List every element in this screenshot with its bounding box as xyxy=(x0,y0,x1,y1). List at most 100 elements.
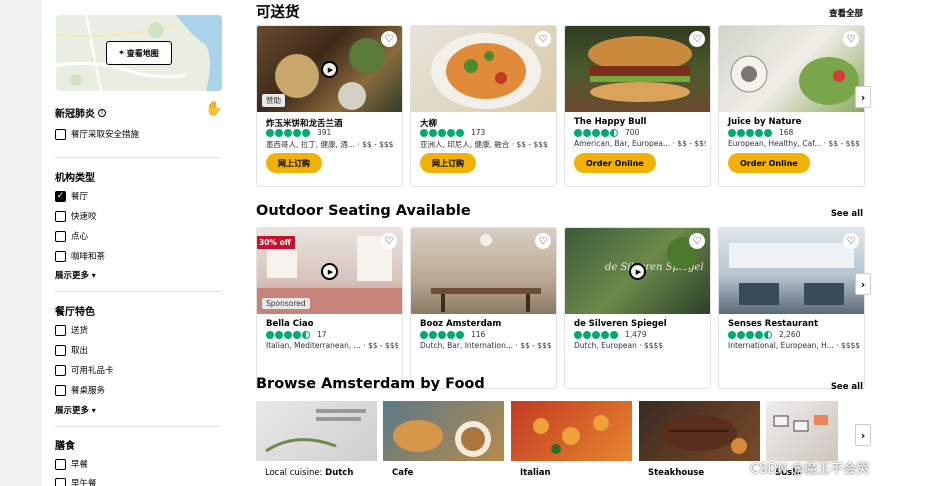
order-online-button[interactable]: Order Online xyxy=(728,153,810,173)
checkbox[interactable] xyxy=(55,128,66,140)
filter-delivery[interactable]: 送货 xyxy=(55,324,88,336)
play-icon[interactable]: ▶ xyxy=(321,61,338,78)
discount-badge: 30% off xyxy=(257,236,295,249)
food-photo[interactable] xyxy=(511,401,632,461)
food-category-label[interactable]: Local cuisine: Dutch xyxy=(265,468,353,478)
browse-section-title: Browse Amsterdam by Food xyxy=(256,376,485,392)
rating: 700 xyxy=(574,128,639,137)
restaurant-card[interactable]: ▶ 赞助 ♡ 炸玉米饼和龙舌兰酒 391 墨西哥人, 拉丁, 健康, 酒... … xyxy=(256,25,403,187)
filter-restaurant[interactable]: ✓ 餐厅 xyxy=(55,190,88,202)
heart-icon[interactable]: ♡ xyxy=(381,233,397,249)
restaurant-card[interactable]: ♡ 大柳 173 亚洲人, 印尼人, 健康, 融合 · $$ - $$$ 网上订… xyxy=(410,25,557,187)
delivery-see-all-link[interactable]: 查看全部 xyxy=(829,7,863,19)
browse-see-all-link[interactable]: See all xyxy=(831,382,863,392)
restaurant-card[interactable]: ♡ Senses Restaurant 2,260 International,… xyxy=(718,227,865,389)
rating: 17 xyxy=(266,330,327,339)
checkbox[interactable] xyxy=(55,210,66,222)
checkbox[interactable] xyxy=(55,324,66,336)
restaurant-name[interactable]: Booz Amsterdam xyxy=(420,319,501,329)
play-icon[interactable]: ▶ xyxy=(629,263,646,280)
heart-icon[interactable]: ♡ xyxy=(535,233,551,249)
review-count[interactable]: 2,260 xyxy=(779,330,800,339)
filter-brunch[interactable]: 早午餐 xyxy=(55,477,97,486)
review-count[interactable]: 391 xyxy=(317,128,331,137)
food-category-label[interactable]: Italian xyxy=(520,468,551,478)
checkbox[interactable] xyxy=(55,364,66,376)
food-category-label[interactable]: Cafe xyxy=(392,468,413,478)
filter-dessert[interactable]: 点心 xyxy=(55,230,88,242)
heart-icon[interactable]: ♡ xyxy=(689,31,705,47)
restaurant-card[interactable]: ▶ Sponsored 30% off ♡ Bella Ciao 17 Ital… xyxy=(256,227,403,389)
heart-icon[interactable]: ♡ xyxy=(689,233,705,249)
divider xyxy=(55,291,221,292)
checkbox[interactable] xyxy=(55,250,66,262)
chevron-right-icon[interactable]: › xyxy=(855,424,871,446)
food-category-card[interactable]: Steakhouse xyxy=(639,401,760,486)
restaurant-card[interactable]: ♡ The Happy Bull 700 American, Bar, Euro… xyxy=(564,25,711,187)
checkbox[interactable] xyxy=(55,344,66,356)
restaurant-name[interactable]: The Happy Bull xyxy=(574,117,646,127)
delivery-section-title: 可送货 xyxy=(256,5,300,21)
review-count[interactable]: 168 xyxy=(779,128,793,137)
rating: 173 xyxy=(420,128,485,137)
filter-breakfast[interactable]: 早餐 xyxy=(55,458,88,470)
order-online-button[interactable]: Order Online xyxy=(574,153,656,173)
review-count[interactable]: 17 xyxy=(317,330,327,339)
restaurant-name[interactable]: Senses Restaurant xyxy=(728,319,818,329)
review-count[interactable]: 173 xyxy=(471,128,485,137)
checkbox[interactable] xyxy=(55,230,66,242)
rating: 116 xyxy=(420,330,485,339)
filter-table-service[interactable]: 餐桌服务 xyxy=(55,384,105,396)
chevron-right-icon[interactable]: › xyxy=(855,273,871,295)
filter-safety-measures[interactable]: 餐厅采取安全措施 xyxy=(55,128,139,140)
cuisine-price: European, Healthy, Caf... · $$ - $$$ xyxy=(728,139,860,148)
heart-icon[interactable]: ♡ xyxy=(843,31,859,47)
food-photo[interactable] xyxy=(639,401,760,461)
play-icon[interactable]: ▶ xyxy=(321,263,338,280)
sponsored-badge: 赞助 xyxy=(262,94,285,107)
meals-section-title: 膳食 xyxy=(55,441,75,452)
view-map-label: 查看地图 xyxy=(126,48,159,58)
review-count[interactable]: 700 xyxy=(625,128,639,137)
food-category-card[interactable]: Italian xyxy=(511,401,632,486)
review-count[interactable]: 116 xyxy=(471,330,485,339)
establishment-section-title: 机构类型 xyxy=(55,173,95,184)
filter-quick-bites[interactable]: 快速咬 xyxy=(55,210,97,222)
restaurant-card[interactable]: ♡ Booz Amsterdam 116 Dutch, Bar, Interna… xyxy=(410,227,557,389)
chevron-right-icon[interactable]: › xyxy=(855,86,871,108)
food-photo[interactable] xyxy=(383,401,504,461)
food-category-card[interactable]: Cafe xyxy=(383,401,504,486)
restaurant-name[interactable]: Juice by Nature xyxy=(728,117,801,127)
food-photo[interactable] xyxy=(766,401,838,461)
watermark: CSDN @魔王不会哭 xyxy=(750,462,870,477)
food-category-card[interactable]: Local cuisine: Dutch xyxy=(256,401,377,486)
checkbox[interactable] xyxy=(55,458,66,470)
food-photo[interactable] xyxy=(256,401,377,461)
order-online-button[interactable]: 网上订购 xyxy=(420,153,476,173)
food-category-label[interactable]: Steakhouse xyxy=(648,468,704,478)
map-pin-icon: ⌖ xyxy=(119,48,124,57)
checkbox-checked[interactable]: ✓ xyxy=(55,190,66,202)
info-icon[interactable]: i xyxy=(98,108,106,117)
restaurant-card[interactable]: ♡ Juice by Nature 168 European, Healthy,… xyxy=(718,25,865,187)
checkbox[interactable] xyxy=(55,477,66,486)
restaurant-card[interactable]: de Silveren Spiegel ▶ ♡ de Silveren Spie… xyxy=(564,227,711,389)
restaurant-name[interactable]: de Silveren Spiegel xyxy=(574,319,667,329)
heart-icon[interactable]: ♡ xyxy=(535,31,551,47)
filter-takeout[interactable]: 取出 xyxy=(55,344,88,356)
cuisine-price: 亚洲人, 印尼人, 健康, 融合 · $$ - $$$ xyxy=(420,140,548,149)
order-online-button[interactable]: 网上订购 xyxy=(266,153,322,173)
covid-section-title: 新冠肺炎 i xyxy=(55,105,106,120)
show-more-establishment-link[interactable]: 展示更多 xyxy=(55,269,96,281)
heart-icon[interactable]: ♡ xyxy=(381,31,397,47)
show-more-features-link[interactable]: 展示更多 xyxy=(55,404,96,416)
filter-coffee-tea[interactable]: 咖啡和茶 xyxy=(55,250,105,262)
outdoor-see-all-link[interactable]: See all xyxy=(831,209,863,219)
restaurant-name[interactable]: Bella Ciao xyxy=(266,319,314,329)
review-count[interactable]: 1,479 xyxy=(625,330,646,339)
heart-icon[interactable]: ♡ xyxy=(843,233,859,249)
view-map-button[interactable]: ⌖ 查看地图 xyxy=(106,41,172,65)
checkbox[interactable] xyxy=(55,384,66,396)
filter-gift-cards[interactable]: 可用礼品卡 xyxy=(55,364,114,376)
map-preview[interactable]: ⌖ 查看地图 xyxy=(56,15,222,91)
